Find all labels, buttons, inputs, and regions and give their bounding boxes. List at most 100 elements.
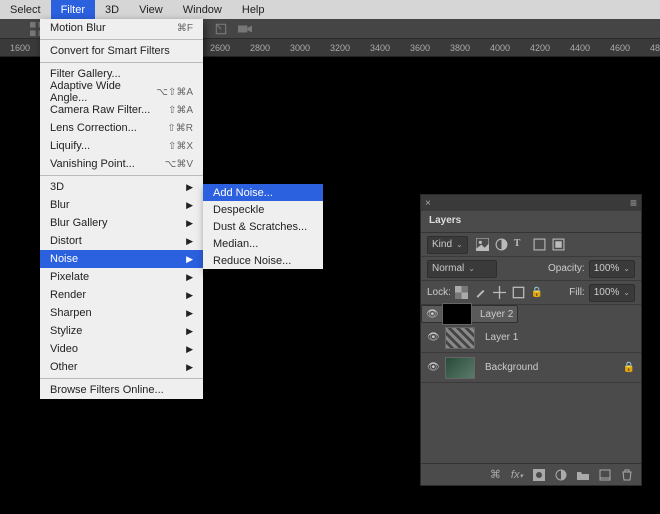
submenu-arrow-icon: ▶ xyxy=(186,362,193,373)
menu-item[interactable]: Vanishing Point...⌥⌘V xyxy=(40,155,203,173)
menu-item-blur-gallery[interactable]: Blur Gallery ▶ xyxy=(40,214,203,232)
opacity-field[interactable]: 100%⌄ xyxy=(589,260,635,278)
menu-3d[interactable]: 3D xyxy=(95,0,129,19)
shape-filter-icon[interactable] xyxy=(533,238,546,251)
fx-icon[interactable]: fx▾ xyxy=(511,469,523,481)
menu-separator xyxy=(40,39,203,40)
close-icon[interactable]: × xyxy=(425,198,431,209)
panel-bottom-bar: ⌘ fx▾ xyxy=(421,463,641,485)
menu-item-label: Median... xyxy=(213,238,258,250)
menu-item-label: Browse Filters Online... xyxy=(50,384,164,396)
submenu-item[interactable]: Add Noise... xyxy=(203,184,323,201)
menu-item[interactable]: Camera Raw Filter...⇧⌘A xyxy=(40,101,203,119)
ruler-tick-label: 2800 xyxy=(250,43,270,53)
layer-row[interactable]: 👁Background🔒 xyxy=(421,353,641,383)
menu-item-pixelate[interactable]: Pixelate▶ xyxy=(40,268,203,286)
menu-window[interactable]: Window xyxy=(173,0,232,19)
shortcut: ⇧⌘R xyxy=(167,123,193,134)
menu-item-3d[interactable]: 3D ▶ xyxy=(40,178,203,196)
menu-item-blur[interactable]: Blur▶ xyxy=(40,196,203,214)
image-filter-icon[interactable] xyxy=(476,238,489,251)
layers-panel: × ≡ Layers Kind⌄ T Normal⌄ Opacity: 100%… xyxy=(420,194,642,486)
submenu-item[interactable]: Reduce Noise... xyxy=(203,252,323,269)
adjustment-icon[interactable] xyxy=(555,469,567,481)
submenu-arrow-icon: ▶ xyxy=(186,182,193,193)
lock-icons: 🔒 xyxy=(455,286,543,299)
menu-last-filter[interactable]: Motion Blur ⌘F xyxy=(40,19,203,37)
menu-item-label: Reduce Noise... xyxy=(213,255,291,267)
menu-item-stylize[interactable]: Stylize▶ xyxy=(40,322,203,340)
new-layer-icon[interactable] xyxy=(599,469,611,481)
menu-view[interactable]: View xyxy=(129,0,173,19)
submenu-item[interactable]: Dust & Scratches... xyxy=(203,218,323,235)
menu-filter[interactable]: Filter xyxy=(51,0,95,19)
ruler-tick-label: 3800 xyxy=(450,43,470,53)
menu-item-label: Camera Raw Filter... xyxy=(50,104,150,116)
menu-item-sharpen[interactable]: Sharpen▶ xyxy=(40,304,203,322)
adjust-filter-icon[interactable] xyxy=(495,238,508,251)
submenu-arrow-icon: ▶ xyxy=(186,218,193,229)
blend-mode-select[interactable]: Normal⌄ xyxy=(427,260,497,278)
ruler-tick-label: 3000 xyxy=(290,43,310,53)
tab-layers[interactable]: Layers xyxy=(421,211,469,232)
submenu-arrow-icon: ▶ xyxy=(186,344,193,355)
kind-select[interactable]: Kind⌄ xyxy=(427,236,468,254)
menu-item-label: Blur Gallery xyxy=(50,217,107,229)
submenu-arrow-icon: ▶ xyxy=(186,236,193,247)
visibility-icon[interactable]: 👁 xyxy=(427,332,439,343)
lock-move-icon[interactable] xyxy=(493,286,506,299)
ruler-tick-label: 1600 xyxy=(10,43,30,53)
group-icon[interactable] xyxy=(577,469,589,481)
visibility-icon[interactable]: 👁 xyxy=(426,309,438,320)
menu-item-label: Render xyxy=(50,289,86,301)
camera-icon[interactable] xyxy=(238,22,252,36)
lock-all-icon[interactable]: 🔒 xyxy=(531,287,543,298)
shortcut: ⌥⇧⌘A xyxy=(156,87,193,98)
menu-item-label: Despeckle xyxy=(213,204,264,216)
slide-icon[interactable] xyxy=(214,22,228,36)
layer-row[interactable]: 👁Layer 2 xyxy=(421,305,518,323)
menu-select[interactable]: Select xyxy=(0,0,51,19)
smart-filter-icon[interactable] xyxy=(552,238,565,251)
menu-item-video[interactable]: Video▶ xyxy=(40,340,203,358)
menu-item-render[interactable]: Render ▶ xyxy=(40,286,203,304)
menu-convert-smart[interactable]: Convert for Smart Filters xyxy=(40,42,203,60)
submenu-arrow-icon: ▶ xyxy=(186,272,193,283)
menu-item-label: 3D xyxy=(50,181,64,193)
menu-item-noise[interactable]: Noise▶ xyxy=(40,250,203,268)
layer-row[interactable]: 👁Layer 1 xyxy=(421,323,641,353)
menu-item-label: Vanishing Point... xyxy=(50,158,135,170)
panel-titlebar[interactable]: × ≡ xyxy=(421,195,641,211)
menu-item[interactable]: Lens Correction...⇧⌘R xyxy=(40,119,203,137)
panel-filler xyxy=(421,383,641,463)
submenu-item[interactable]: Median... xyxy=(203,235,323,252)
trash-icon[interactable] xyxy=(621,469,633,481)
lock-label: Lock: xyxy=(427,287,451,298)
submenu-arrow-icon: ▶ xyxy=(186,290,193,301)
lock-trans-icon[interactable] xyxy=(455,286,468,299)
visibility-icon[interactable]: 👁 xyxy=(427,362,439,373)
menu-item[interactable]: Adaptive Wide Angle...⌥⇧⌘A xyxy=(40,83,203,101)
menu-item[interactable]: Liquify...⇧⌘X xyxy=(40,137,203,155)
blend-row: Normal⌄ Opacity: 100%⌄ xyxy=(421,257,641,281)
menu-help[interactable]: Help xyxy=(232,0,275,19)
menu-separator xyxy=(40,175,203,176)
text-filter-icon[interactable]: T xyxy=(514,238,527,251)
ruler-tick-label: 3200 xyxy=(330,43,350,53)
menu-item-distort[interactable]: Distort▶ xyxy=(40,232,203,250)
menu-item-other[interactable]: Other▶ xyxy=(40,358,203,376)
link-layers-icon[interactable]: ⌘ xyxy=(490,468,501,481)
panel-menu-icon[interactable]: ≡ xyxy=(630,196,637,210)
lock-icon: 🔒 xyxy=(623,362,635,373)
shortcut: ⌘F xyxy=(177,23,193,34)
menu-item-label: Dust & Scratches... xyxy=(213,221,307,233)
mask-icon[interactable] xyxy=(533,469,545,481)
submenu-item[interactable]: Despeckle xyxy=(203,201,323,218)
menu-browse-filters[interactable]: Browse Filters Online... xyxy=(40,381,203,399)
fill-field[interactable]: 100%⌄ xyxy=(589,284,635,302)
submenu-arrow-icon: ▶ xyxy=(186,254,193,265)
ruler-tick-label: 4400 xyxy=(570,43,590,53)
menu-item-label: Blur xyxy=(50,199,70,211)
lock-paint-icon[interactable] xyxy=(474,286,487,299)
lock-artboard-icon[interactable] xyxy=(512,286,525,299)
